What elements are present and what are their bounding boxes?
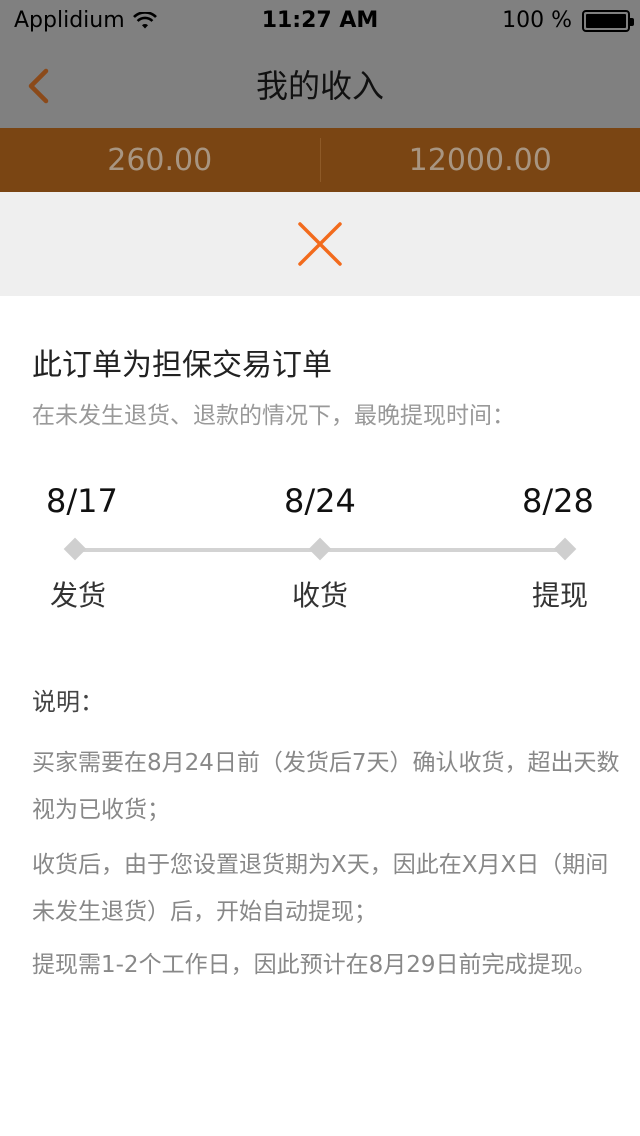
timeline-node-ship <box>63 537 87 561</box>
modal-heading: 此订单为担保交易订单 <box>32 348 332 383</box>
modal-subheading: 在未发生退货、退款的情况下，最晚提现时间： <box>32 403 515 429</box>
stat-right[interactable]: 12000.00 <box>321 128 640 192</box>
battery-group: 100 % <box>502 8 634 33</box>
note-item: 买家需要在8月24日前（发货后7天）确认收货，超出天数视为已收货； <box>32 750 620 823</box>
status-time: 11:27 AM <box>261 7 379 33</box>
chevron-left-icon <box>28 68 49 104</box>
note-item: 收货后，由于您设置退货期为X天，因此在X月X日（期间未发生退货）后，开始自动提现… <box>32 852 609 925</box>
timeline-date-ship: 8/17 <box>46 482 118 520</box>
modal-content: 此订单为担保交易订单 在未发生退货、退款的情况下，最晚提现时间： 8/17 8/… <box>0 296 640 1136</box>
timeline-label-ship: 发货 <box>50 579 107 612</box>
timeline-label-receive: 收货 <box>292 579 349 612</box>
stat-right-value: 12000.00 <box>408 142 552 178</box>
battery-icon <box>582 9 634 32</box>
status-bar: Applidium 11:27 AM 100 % <box>0 0 640 40</box>
battery-percent: 100 % <box>502 8 572 33</box>
close-button[interactable] <box>290 214 350 274</box>
battery-level <box>586 13 626 28</box>
timeline-date-withdraw: 8/28 <box>522 482 594 520</box>
carrier-name: Applidium <box>14 8 125 33</box>
timeline-label-withdraw: 提现 <box>532 579 589 612</box>
timeline-node-withdraw <box>553 537 577 561</box>
note-item: 提现需1-2个工作日，因此预计在8月29日前完成提现。 <box>32 952 597 978</box>
notes-title: 说明： <box>32 688 104 716</box>
timeline-date-receive: 8/24 <box>284 482 356 520</box>
stat-left-value: 260.00 <box>107 142 213 178</box>
page-title: 我的收入 <box>255 67 384 105</box>
back-button[interactable] <box>18 64 58 108</box>
navigation-bar: 我的收入 <box>0 40 640 128</box>
close-icon <box>298 222 342 266</box>
stat-left[interactable]: 260.00 <box>0 128 320 192</box>
carrier-group: Applidium <box>14 8 157 33</box>
modal-close-bar <box>0 192 640 296</box>
wifi-icon <box>132 11 157 28</box>
timeline-node-receive <box>308 537 332 561</box>
income-stats-bar: 260.00 12000.00 <box>0 128 640 192</box>
